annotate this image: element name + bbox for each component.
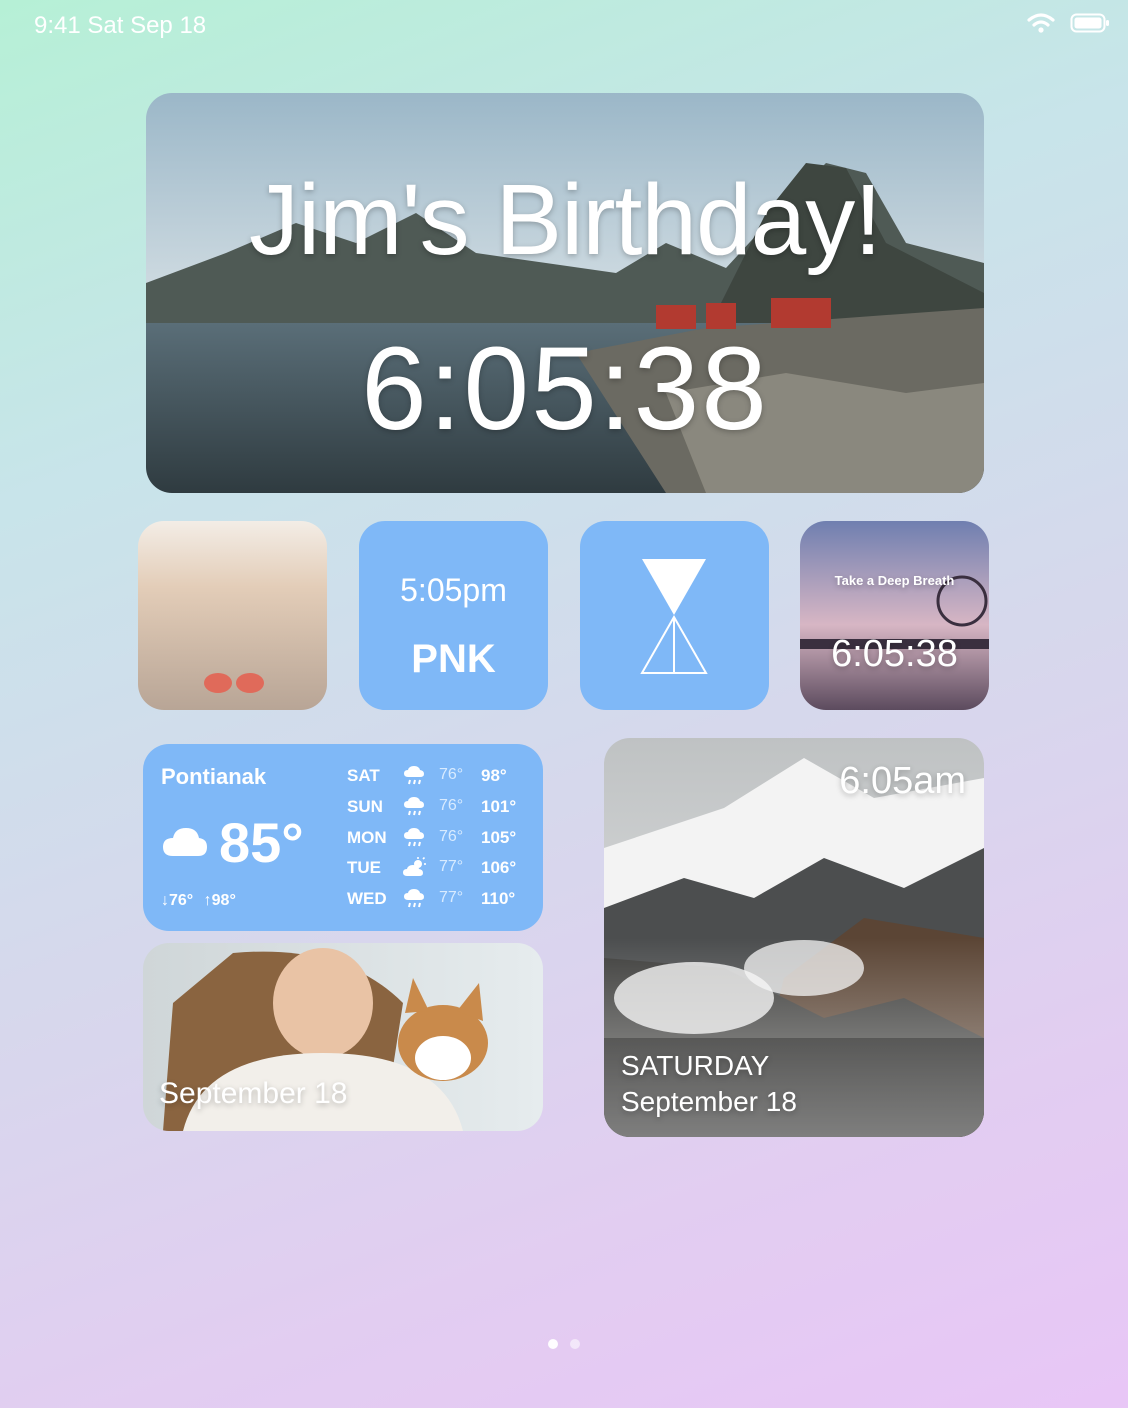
weather-low: 76°: [169, 892, 194, 909]
forecast-high: 101°: [481, 797, 517, 816]
status-bar: 9:41 Sat Sep 18: [34, 12, 1110, 40]
pier-sunset-photo: [800, 521, 989, 710]
birthday-countdown-widget[interactable]: Jim's Birthday! 6:05:38: [146, 93, 984, 493]
forecast-low: 77°: [439, 858, 464, 875]
page-dot[interactable]: [570, 1339, 580, 1349]
weather-city: Pontianak: [161, 764, 267, 789]
mountain-date: September 18: [621, 1086, 797, 1117]
beach-sunglasses-photo: [138, 521, 327, 710]
forecast-day: SAT: [347, 766, 380, 785]
world-clock-widget[interactable]: 5:05pm PNK: [359, 521, 548, 710]
weather-high: 98°: [211, 892, 236, 909]
forecast-row: WED 77° 110°: [347, 889, 527, 915]
sun-cloud-icon: [403, 856, 427, 884]
forecast-day: MON: [347, 828, 387, 847]
page-dot-active[interactable]: [548, 1339, 558, 1349]
countdown-timer: 6:05:38: [361, 323, 769, 455]
weather-widget[interactable]: Pontianak 85° ↓76° ↑98° SAT 76° 98° SUN …: [143, 744, 543, 931]
beach-photo-widget[interactable]: [138, 521, 327, 710]
forecast-low: 77°: [439, 889, 464, 906]
hourglass-icon: [640, 559, 708, 674]
cloud-icon: [163, 828, 207, 856]
forecast-high: 105°: [481, 828, 517, 847]
forecast-day: SUN: [347, 797, 383, 816]
rain-cloud-icon: [403, 765, 425, 792]
wifi-icon: [1026, 12, 1056, 41]
hourglass-widget[interactable]: [580, 521, 769, 710]
forecast-low: 76°: [439, 797, 464, 814]
weather-current-temp: 85°: [219, 811, 304, 874]
forecast-row: TUE 77° 106°: [347, 856, 527, 884]
clock-time: 5:05pm: [400, 572, 507, 608]
mountain-time: 6:05am: [839, 760, 966, 802]
mountain-date-widget[interactable]: 6:05am SATURDAY September 18: [604, 738, 984, 1137]
weather-low-high: ↓76° ↑98°: [161, 892, 236, 910]
forecast-row: SUN 76° 101°: [347, 797, 527, 823]
forecast-high: 98°: [481, 766, 507, 785]
countdown-title: Jim's Birthday!: [248, 164, 882, 276]
breath-label: Take a Deep Breath: [834, 573, 955, 588]
mountain-weekday: SATURDAY: [621, 1050, 770, 1081]
deep-breath-widget[interactable]: Take a Deep Breath 6:05:38: [800, 521, 989, 710]
page-indicator[interactable]: [0, 1339, 1128, 1349]
forecast-day: WED: [347, 889, 387, 908]
forecast-row: SAT 76° 98°: [347, 766, 527, 792]
rain-cloud-icon: [403, 827, 425, 854]
rain-cloud-icon: [403, 796, 425, 823]
forecast-low: 76°: [439, 828, 464, 845]
forecast-high: 110°: [481, 889, 516, 908]
breath-timer: 6:05:38: [831, 633, 958, 675]
arrow-up-icon: ↑: [203, 892, 212, 909]
forecast-high: 106°: [481, 858, 517, 877]
forecast-low: 76°: [439, 766, 464, 783]
arrow-down-icon: ↓: [161, 892, 169, 909]
photo-date-widget[interactable]: September 18: [143, 943, 543, 1131]
forecast-row: MON 76° 105°: [347, 828, 527, 854]
forecast-day: TUE: [347, 858, 381, 877]
clock-city-code: PNK: [411, 637, 496, 681]
photo-date: September 18: [159, 1077, 348, 1110]
status-time-date: 9:41 Sat Sep 18: [34, 12, 207, 39]
rain-cloud-icon: [403, 888, 425, 915]
battery-icon: [1070, 12, 1110, 41]
